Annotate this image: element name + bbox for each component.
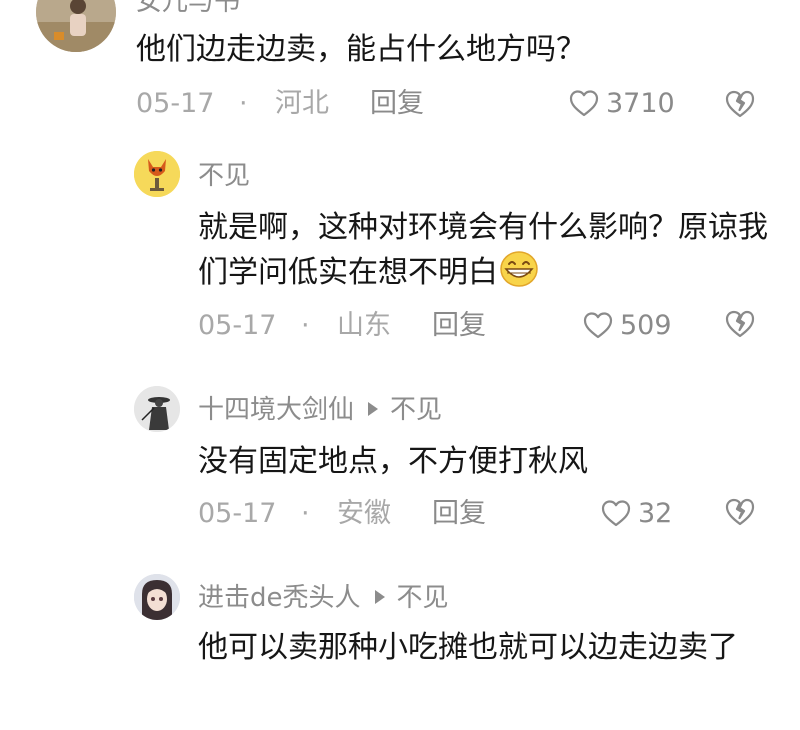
avatar[interactable] — [134, 574, 180, 620]
comment-text: 他可以卖那种小吃摊也就可以边走边卖了 — [198, 626, 773, 670]
comment-text-content: 他可以卖那种小吃摊也就可以边走边卖了 — [198, 630, 738, 665]
reply-to-name[interactable]: 不见 — [397, 583, 449, 613]
comment-list: 女儿与书 他们边走边卖，能占什么地方吗？ 05-17 · 河北 回复 3710 — [0, 0, 800, 730]
author-name[interactable]: 进击de秃头人 — [198, 583, 361, 613]
reply-arrow-icon — [374, 590, 385, 604]
comment-item: 进击de秃头人 不见 他可以卖那种小吃摊也就可以边走边卖了 — [0, 0, 800, 730]
anime-girl-avatar-icon — [134, 574, 180, 620]
comment-author[interactable]: 进击de秃头人 不见 — [198, 582, 449, 614]
